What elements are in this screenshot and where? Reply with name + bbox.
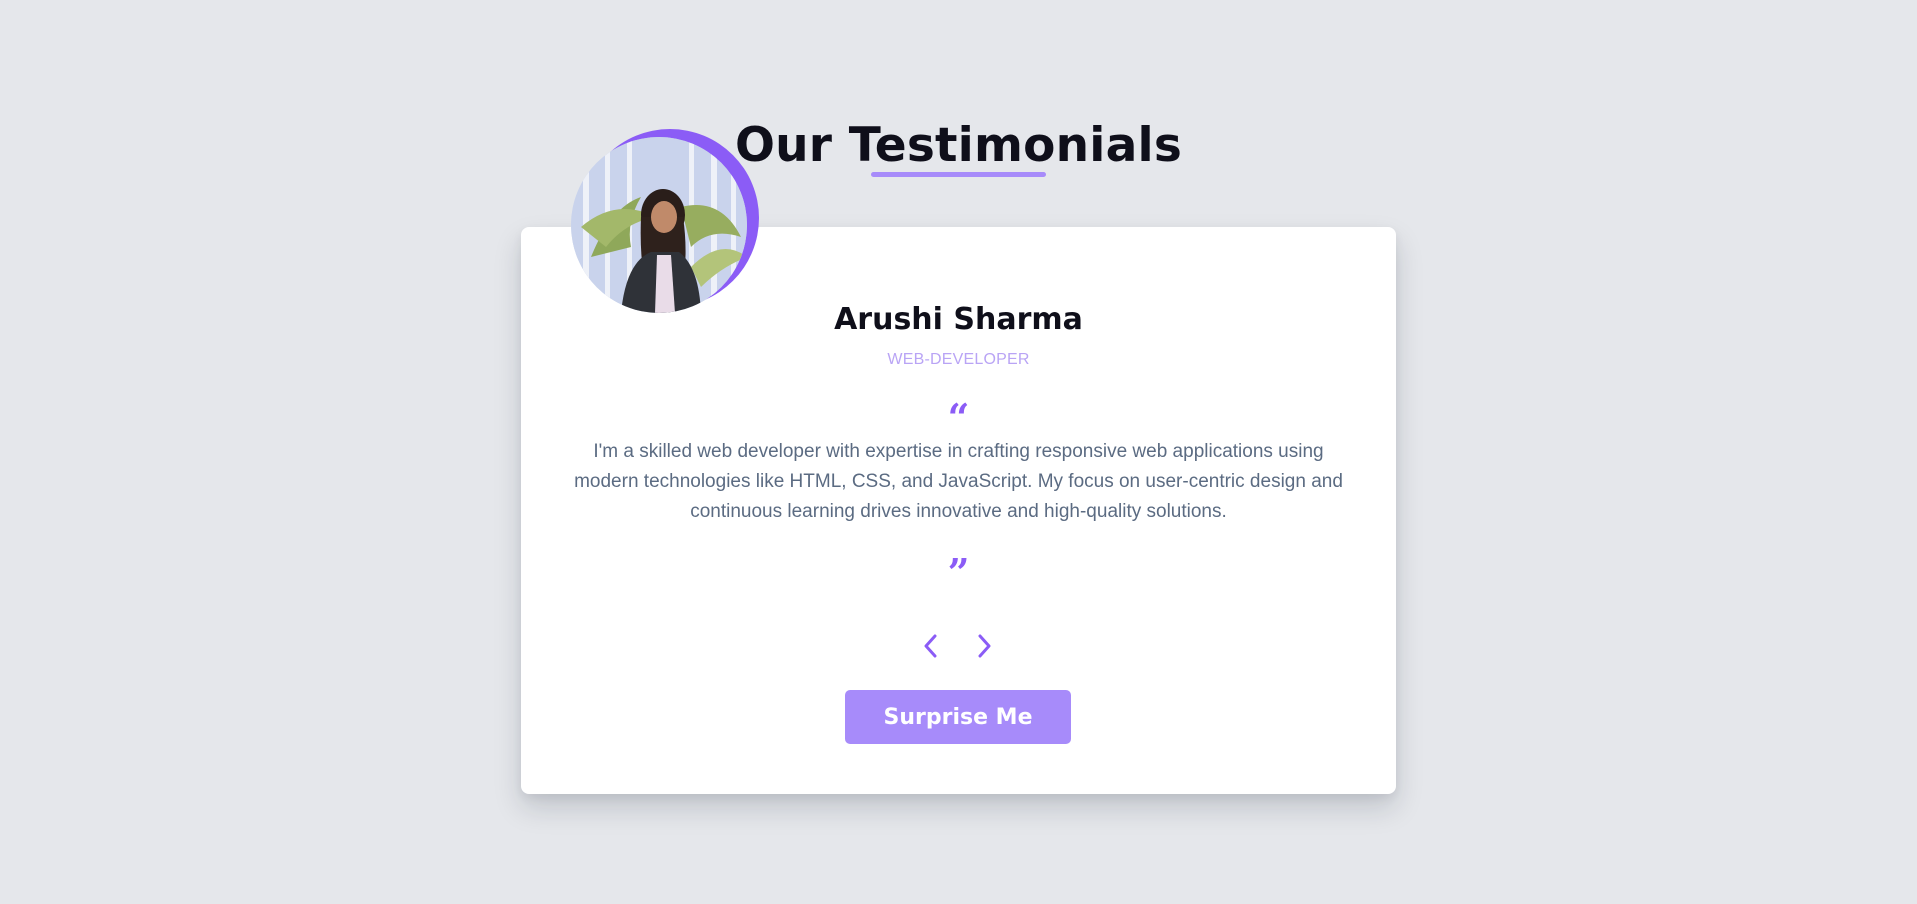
testimonial-text: I'm a skilled web developer with experti… [574,441,1343,522]
next-button[interactable] [966,628,1002,664]
chevron-left-icon [924,634,937,658]
page-title: Our Testimonials [734,118,1183,173]
quote-close-icon: ” [947,550,970,595]
avatar [571,137,747,313]
testimonial-role: WEB-DEVELOPER [887,351,1030,368]
quote-open-icon: “ [947,395,970,440]
surprise-me-button[interactable]: Surprise Me [845,690,1071,744]
avatar-container [569,129,759,319]
testimonial-name: Arushi Sharma [834,302,1083,337]
title-underline [871,172,1046,177]
chevron-right-icon [978,634,991,658]
prev-button[interactable] [913,628,949,664]
